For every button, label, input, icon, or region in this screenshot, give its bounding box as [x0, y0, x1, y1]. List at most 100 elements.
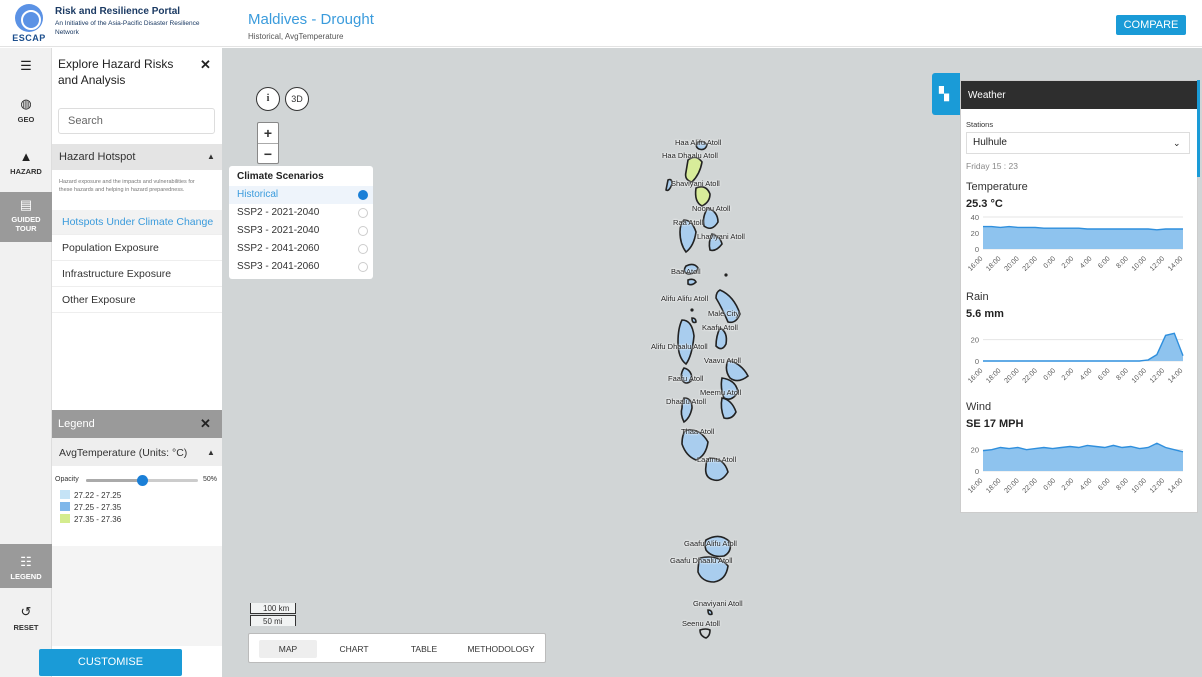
legend-close-icon[interactable]: ✕ — [200, 416, 211, 432]
x-tick-label: 12:00 — [1149, 255, 1166, 272]
wind-label: Wind — [966, 401, 992, 413]
left-icon-rail: ☰ ◍ GEO ▲ HAZARD ▤ GUIDED TOUR ☷ LEGEND … — [0, 48, 52, 677]
rail-legend-button[interactable]: ☷ LEGEND — [0, 544, 52, 588]
x-tick-label: 0:00 — [1043, 367, 1058, 382]
legend-layer-title: AvgTemperature (Units: °C) — [59, 447, 188, 459]
menu-item-hotspots[interactable]: Hotspots Under Climate Change — [52, 210, 222, 235]
atoll-label: Dhaalu Atoll — [666, 397, 707, 406]
reset-icon: ↺ — [20, 604, 32, 619]
app-root: Haa Alifu Atoll Haa Dhaalu Atoll Shaviya… — [0, 0, 1202, 677]
radio-unselected[interactable] — [358, 226, 368, 236]
tab-chart[interactable]: CHART — [329, 640, 379, 658]
scenario-label: SSP3 - 2021-2040 — [237, 225, 320, 236]
radio-unselected[interactable] — [358, 208, 368, 218]
weather-scrollbar[interactable] — [1197, 80, 1200, 177]
wind-chart: 20 016:00 18:00 20:00 22:00 0:00 2:00 4:00 6:00 8… — [967, 442, 1184, 495]
panel-close-icon[interactable]: ✕ — [200, 57, 211, 73]
x-tick-label: 6:00 — [1097, 477, 1112, 492]
climate-scenarios-panel: Climate Scenarios Historical SSP2 - 2021… — [229, 166, 373, 279]
rail-reset-label: RESET — [13, 623, 39, 632]
search-input[interactable] — [58, 108, 215, 134]
legend-class: 27.35 - 27.36 — [60, 514, 121, 524]
menu-toggle-button[interactable]: ☰ — [0, 58, 52, 77]
radio-unselected[interactable] — [358, 262, 368, 272]
menu-item-infrastructure[interactable]: Infrastructure Exposure — [52, 262, 222, 287]
scenario-option[interactable]: SSP3 - 2021-2040 — [229, 222, 373, 240]
menu-item-population[interactable]: Population Exposure — [52, 236, 222, 261]
x-tick-label: 4:00 — [1079, 477, 1094, 492]
x-tick-label: 14:00 — [1167, 477, 1184, 494]
opacity-slider[interactable] — [86, 475, 198, 486]
info-button[interactable]: i — [256, 87, 280, 111]
compare-button[interactable]: COMPARE — [1116, 15, 1186, 35]
scenario-option[interactable]: Historical — [229, 186, 373, 204]
scenario-option[interactable]: SSP3 - 2041-2060 — [229, 258, 373, 276]
atoll-label: Alifu Alifu Atoll — [661, 294, 709, 303]
menu-item-other[interactable]: Other Exposure — [52, 288, 222, 313]
customise-button[interactable]: CUSTOMISE — [39, 649, 182, 676]
atoll-label: Alifu Dhaalu Atoll — [651, 342, 708, 351]
weather-title: Weather — [968, 90, 1006, 101]
x-tick-label: 2:00 — [1061, 477, 1076, 492]
hazard-hotspot-section[interactable]: Hazard Hotspot ▲ — [52, 144, 222, 170]
rain-chart: 20 016:00 18:00 20:00 22:00 0:00 2:00 4:00 6:00 8… — [967, 332, 1184, 385]
x-tick-label: 4:00 — [1079, 255, 1094, 270]
x-tick-label: 14:00 — [1167, 255, 1184, 272]
atoll-label: Gaafu Alifu Atoll — [684, 539, 737, 548]
x-tick-label: 20:00 — [1003, 367, 1020, 384]
tab-map[interactable]: MAP — [259, 640, 317, 658]
escap-logo[interactable]: ESCAP — [10, 4, 48, 44]
rail-hazard-button[interactable]: ▲ HAZARD — [0, 149, 52, 176]
weather-header: Weather — [961, 81, 1197, 109]
x-tick-label: 0:00 — [1043, 477, 1058, 492]
x-tick-label: 12:00 — [1149, 477, 1166, 494]
radio-unselected[interactable] — [358, 244, 368, 254]
tab-methodology[interactable]: METHODOLOGY — [459, 640, 543, 658]
x-tick-label: 0:00 — [1043, 255, 1058, 270]
series-line — [983, 332, 1184, 362]
rail-tour-label: TOUR — [15, 224, 37, 233]
x-tick-label: 10:00 — [1131, 255, 1148, 272]
scenario-option[interactable]: SSP2 - 2041-2060 — [229, 240, 373, 258]
atoll-dhaalu-2 — [720, 397, 737, 420]
zoom-in-button[interactable]: + — [258, 123, 278, 143]
weather-toggle-button[interactable]: ▚ — [932, 73, 960, 115]
station-select[interactable]: Hulhule ⌄ — [966, 132, 1190, 154]
section-title: Hazard Hotspot — [59, 151, 136, 163]
x-tick-label: 8:00 — [1115, 477, 1130, 492]
zoom-out-button[interactable]: − — [258, 143, 278, 163]
legend-class: 27.22 - 27.25 — [60, 490, 121, 500]
legend-class-label: 27.25 - 27.35 — [74, 503, 122, 512]
legend-empty-area — [52, 546, 222, 646]
weather-time: Friday 15 : 23 — [966, 161, 1018, 171]
x-tick-label: 16:00 — [967, 255, 984, 272]
atoll-label: Kaafu Atoll — [702, 323, 738, 332]
opacity-slider-handle[interactable] — [137, 475, 148, 486]
map-scale: 100 km 50 mi — [250, 603, 297, 626]
legend-layer-toggle[interactable]: AvgTemperature (Units: °C) ▲ — [52, 438, 222, 466]
legend-body: AvgTemperature (Units: °C) ▲ Opacity 50%… — [52, 438, 222, 546]
atoll-label: Seenu Atoll — [682, 619, 720, 628]
rail-guided-tour-button[interactable]: ▤ GUIDED TOUR — [0, 192, 52, 242]
x-tick-label: 2:00 — [1061, 255, 1076, 270]
x-tick-label: 20:00 — [1003, 255, 1020, 272]
rail-reset-button[interactable]: ↺ RESET — [0, 604, 52, 632]
explore-panel: Explore Hazard Risks and Analysis ✕ Haza… — [52, 48, 222, 408]
radio-selected[interactable] — [358, 190, 368, 200]
opacity-value: 50% — [203, 476, 218, 483]
legend-class-label: 27.22 - 27.25 — [74, 491, 122, 500]
tab-table[interactable]: TABLE — [399, 640, 449, 658]
atoll-label: Thaa Atoll — [681, 427, 715, 436]
rail-guided-label: GUIDED — [11, 215, 41, 224]
weather-panel: Weather Stations Hulhule ⌄ Friday 15 : 2… — [960, 80, 1198, 513]
scenario-option[interactable]: SSP2 - 2021-2040 — [229, 204, 373, 222]
scale-km: 100 km — [250, 603, 297, 614]
y-tick-label: 20 — [971, 336, 979, 345]
scale-mi: 50 mi — [250, 615, 297, 626]
scenarios-title: Climate Scenarios — [237, 171, 324, 182]
legend-title: Legend — [58, 418, 95, 430]
3d-button[interactable]: 3D — [285, 87, 309, 111]
rail-geo-button[interactable]: ◍ GEO — [0, 96, 52, 124]
x-tick-label: 8:00 — [1115, 367, 1130, 382]
atoll-male — [691, 317, 697, 324]
